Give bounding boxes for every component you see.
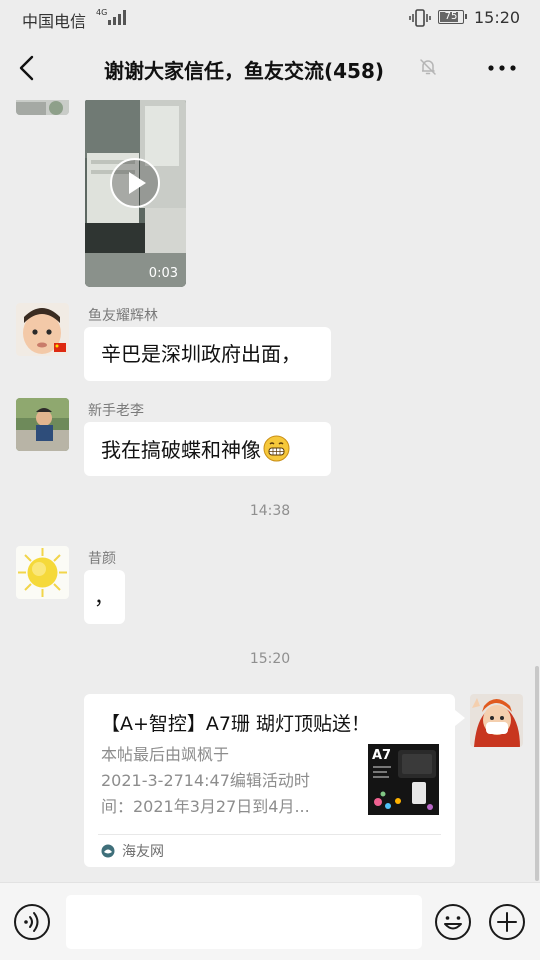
sender-name: 新手老李 (88, 403, 144, 419)
chat-title: 谢谢大家信任，鱼友交流(458) (104, 59, 385, 83)
chat-area[interactable]: 0:03 鱼友耀辉林 辛巴是深圳政府出面， 新手老李 我在搞破蝶和神像 14:3… (0, 100, 540, 882)
back-chevron-icon (19, 55, 34, 81)
status-bar: 中国电信 4G 75 15:20 (0, 0, 540, 36)
title-bar: 谢谢大家信任，鱼友交流(458) (0, 36, 540, 100)
vibrate-icon (409, 9, 431, 27)
signal-icon (108, 10, 126, 25)
video-duration: 0:03 (148, 266, 178, 281)
avatar[interactable] (16, 100, 69, 115)
battery-level: 75 (444, 11, 458, 22)
bubble-tail-icon (455, 710, 465, 726)
avatar-self[interactable] (470, 694, 523, 747)
plus-icon (489, 904, 525, 940)
avatar-image (16, 303, 69, 356)
source-logo-icon (101, 844, 115, 858)
video-message[interactable]: 0:03 (85, 100, 186, 287)
more-button[interactable] (484, 52, 520, 84)
plus-button[interactable] (488, 903, 526, 941)
avatar-image (16, 100, 69, 115)
emoji-icon (435, 904, 471, 940)
link-card-desc-line: 本帖最后由飒枫于 (101, 745, 230, 764)
message-text: ， (94, 585, 114, 609)
link-card-divider (98, 834, 441, 835)
link-card-desc-line: 2021-3-2714:47编辑活动时 (101, 771, 310, 790)
message-bubble[interactable]: ， (84, 570, 125, 624)
link-card-thumbnail: A7 (368, 744, 439, 815)
sender-name: 昔颜 (88, 551, 116, 567)
avatar-image (16, 546, 69, 599)
link-card-message[interactable]: 【A+智控】A7珊 瑚灯顶贴送！ 本帖最后由飒枫于 2021-3-2714:47… (84, 694, 455, 867)
message-bubble[interactable]: 辛巴是深圳政府出面， (84, 327, 331, 381)
more-dots-icon (488, 65, 516, 71)
timestamp: 15:20 (249, 651, 291, 667)
scrollbar[interactable] (535, 666, 539, 881)
link-card-desc-line: 间：2021年3月27日到4月... (101, 797, 310, 816)
message-input[interactable] (66, 895, 422, 949)
input-bar (0, 882, 540, 960)
grin-emoji-icon (263, 435, 290, 462)
carrier-name: 中国电信 (22, 12, 87, 31)
voice-button[interactable] (13, 903, 51, 941)
avatar[interactable] (16, 546, 69, 599)
avatar[interactable] (16, 303, 69, 356)
back-button[interactable] (12, 50, 46, 86)
status-time: 15:20 (474, 8, 521, 27)
message-text: 我在搞破蝶和神像 (101, 438, 261, 462)
link-card-thumb-label: A7 (372, 748, 391, 763)
battery-icon: 75 (438, 10, 467, 24)
link-card-description: 本帖最后由飒枫于 2021-3-2714:47编辑活动时 间：2021年3月27… (101, 742, 349, 820)
message-bubble[interactable]: 我在搞破蝶和神像 (84, 422, 331, 476)
link-card-title: 【A+智控】A7珊 瑚灯顶贴送！ (101, 713, 371, 735)
emoji-button[interactable] (434, 903, 472, 941)
timestamp: 14:38 (249, 503, 291, 519)
bell-muted-icon (420, 59, 436, 75)
voice-icon (14, 904, 50, 940)
avatar-image (16, 398, 69, 451)
sender-name: 鱼友耀辉林 (88, 308, 158, 324)
avatar[interactable] (16, 398, 69, 451)
avatar-image (470, 694, 523, 747)
play-icon (110, 158, 160, 208)
message-text: 辛巴是深圳政府出面， (101, 342, 301, 366)
network-type: 4G (96, 8, 108, 17)
link-card-source: 海友网 (122, 844, 164, 860)
